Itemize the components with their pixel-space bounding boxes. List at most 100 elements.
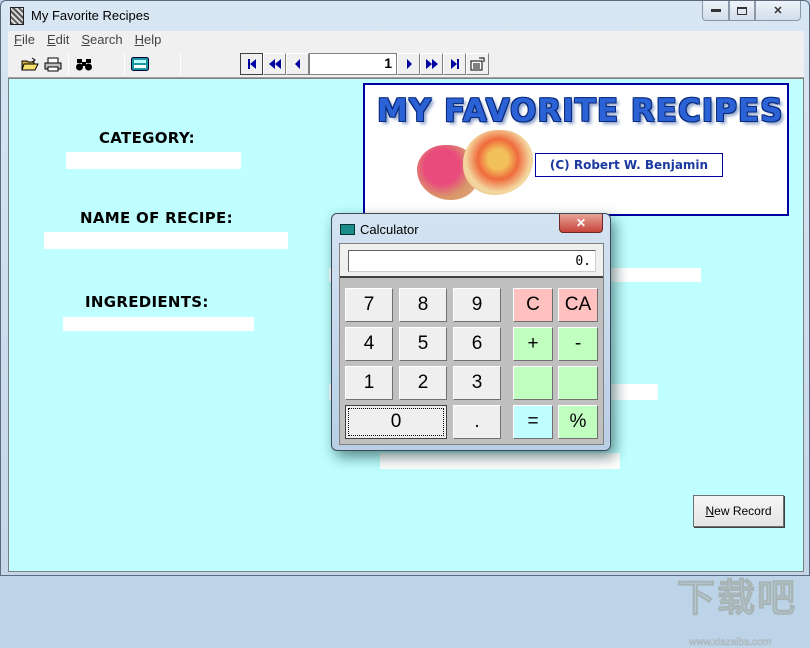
calculator-body: 0. 7 8 9 C CA 4 5 6 + - 1 2 3 0. =% xyxy=(339,243,604,445)
toolbar-separator xyxy=(180,53,181,75)
next-record-button[interactable] xyxy=(397,53,420,75)
calc-key-label: 3 xyxy=(471,372,483,393)
menu-search-label: earch xyxy=(90,32,123,47)
minimize-icon xyxy=(710,9,721,12)
minimize-button[interactable] xyxy=(702,1,729,21)
calc-key-plus[interactable]: + xyxy=(513,327,553,361)
recipe-name-label: NAME OF RECIPE: xyxy=(80,209,233,227)
edit-record-button[interactable] xyxy=(466,53,489,75)
calc-key-3[interactable]: 3 xyxy=(453,366,501,400)
app-icon[interactable] xyxy=(10,7,24,25)
open-folder-icon[interactable] xyxy=(21,56,39,72)
calc-key-label: . xyxy=(474,411,480,432)
calc-key-1[interactable]: 1 xyxy=(345,366,393,400)
toolbar-separator xyxy=(124,53,125,75)
menu-help-label: elp xyxy=(143,32,162,47)
last-record-icon xyxy=(450,59,459,69)
menu-file-label: ile xyxy=(21,32,35,47)
main-window: My Favorite Recipes ✕ File Edit Search H… xyxy=(0,0,810,648)
calc-key-label: + xyxy=(527,333,539,354)
calc-key-5[interactable]: 5 xyxy=(399,327,447,361)
close-button[interactable]: ✕ xyxy=(755,1,801,21)
calculator-display-panel: 0. xyxy=(340,244,603,278)
calc-key-percent[interactable]: % xyxy=(558,405,598,439)
calc-key-label: 1 xyxy=(363,372,375,393)
previous-page-button[interactable] xyxy=(263,53,286,75)
calc-key-label: = xyxy=(527,411,539,432)
calc-key-7[interactable]: 7 xyxy=(345,288,393,322)
next-icon xyxy=(406,59,412,69)
calc-key-0[interactable]: 0 xyxy=(345,405,447,439)
first-record-icon xyxy=(247,59,256,69)
menu-edit-mnemonic: E xyxy=(46,32,56,47)
calc-key-label: - xyxy=(574,333,582,354)
menu-help-mnemonic: H xyxy=(134,32,144,47)
calc-key-label: 6 xyxy=(471,333,483,354)
calculator-display: 0. xyxy=(348,250,596,272)
menu-file[interactable]: File xyxy=(8,31,41,50)
calc-key-label: 9 xyxy=(471,294,483,315)
category-label: CATEGORY: xyxy=(99,129,195,147)
previous-icon xyxy=(294,59,300,69)
calc-key-label: 5 xyxy=(417,333,429,354)
find-binoculars-icon[interactable] xyxy=(75,56,93,72)
print-icon[interactable] xyxy=(44,56,62,72)
calc-key-label: 0 xyxy=(348,408,444,436)
menu-search-mnemonic: S xyxy=(81,32,91,47)
edit-record-icon xyxy=(470,57,484,71)
banner-title: MY FAVORITE RECIPES xyxy=(377,93,784,129)
calc-key-equals[interactable]: = xyxy=(513,405,553,439)
menu-edit-label: dit xyxy=(55,32,70,47)
rewind-icon xyxy=(268,59,281,69)
calc-key-minus[interactable]: - xyxy=(558,327,598,361)
calc-key-clear-all[interactable]: CA xyxy=(558,288,598,322)
calculator-title: Calculator xyxy=(360,222,419,237)
toolbar: 1 xyxy=(8,50,804,78)
calc-key-label: % xyxy=(569,411,587,432)
window-title: My Favorite Recipes xyxy=(31,8,150,23)
copyright-label: (C) Robert W. Benjamin xyxy=(535,153,723,177)
record-number-field[interactable]: 1 xyxy=(309,53,397,75)
menu-bar: File Edit Search Help xyxy=(8,31,804,50)
calc-key-label: 2 xyxy=(417,372,429,393)
toolbar-separator xyxy=(68,53,69,75)
calc-key-blank[interactable] xyxy=(558,366,598,400)
banner: MY FAVORITE RECIPES (C) Robert W. Benjam… xyxy=(363,83,789,216)
calc-key-8[interactable]: 8 xyxy=(399,288,447,322)
calc-key-label: 8 xyxy=(417,294,429,315)
calc-key-6[interactable]: 6 xyxy=(453,327,501,361)
calc-key-label: C xyxy=(526,294,540,315)
calculator-icon[interactable] xyxy=(131,56,149,72)
title-bar[interactable]: My Favorite Recipes ✕ xyxy=(1,1,809,31)
last-record-button[interactable] xyxy=(443,53,466,75)
calculator-close-button[interactable]: ✕ xyxy=(559,214,603,233)
calc-key-9[interactable]: 9 xyxy=(453,288,501,322)
fast-forward-icon xyxy=(425,59,438,69)
record-navigator: 1 xyxy=(240,53,489,75)
ingredients-field[interactable] xyxy=(63,317,254,331)
category-field[interactable] xyxy=(66,152,241,169)
ingredients-label: INGREDIENTS: xyxy=(85,293,209,311)
calc-key-blank[interactable] xyxy=(513,366,553,400)
calc-key-decimal[interactable]: . xyxy=(453,405,501,439)
watermark-url: www.xiazaiba.com xyxy=(689,637,772,648)
calc-key-2[interactable]: 2 xyxy=(399,366,447,400)
maximize-icon xyxy=(737,6,747,15)
watermark: 下载吧 xyxy=(676,578,798,621)
hidden-field[interactable] xyxy=(380,453,620,469)
new-record-label: ew Record xyxy=(714,504,772,518)
menu-search[interactable]: Search xyxy=(75,31,128,50)
calc-key-label: 7 xyxy=(363,294,375,315)
next-page-button[interactable] xyxy=(420,53,443,75)
maximize-button[interactable] xyxy=(729,1,755,21)
calculator-icon xyxy=(340,224,355,235)
first-record-button[interactable] xyxy=(240,53,263,75)
menu-help[interactable]: Help xyxy=(129,31,168,50)
new-record-mnemonic: N xyxy=(705,504,715,518)
calc-key-clear[interactable]: C xyxy=(513,288,553,322)
new-record-button[interactable]: New Record xyxy=(693,495,784,527)
recipe-name-field[interactable] xyxy=(44,232,288,249)
previous-record-button[interactable] xyxy=(286,53,309,75)
calc-key-4[interactable]: 4 xyxy=(345,327,393,361)
menu-edit[interactable]: Edit xyxy=(41,31,75,50)
